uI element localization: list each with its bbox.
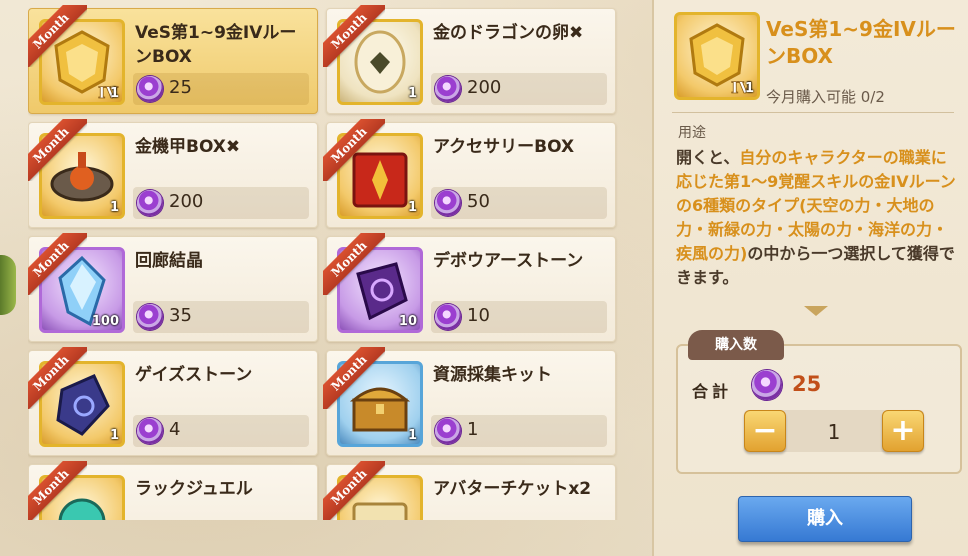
item-name: ラックジュエル <box>135 479 253 499</box>
item-price: 4 <box>169 419 181 440</box>
gem-coin-icon <box>137 190 163 216</box>
item-price: 10 <box>467 305 490 326</box>
item-name: アクセサリーBOX <box>433 137 575 157</box>
month-ribbon: Month <box>28 461 87 520</box>
item-name: アバターチケットx2 <box>433 479 592 499</box>
price-bar: 25 <box>133 73 309 105</box>
gem-coin-icon <box>137 304 163 330</box>
item-name: ゲイズストーン <box>135 365 253 385</box>
item-card[interactable]: Month 1 金のドラゴンの卵✖ 200 <box>323 5 616 114</box>
price-bar: 1 <box>431 415 607 447</box>
rune-box-icon: IV 1 <box>674 12 760 100</box>
month-ribbon: Month <box>323 233 385 295</box>
usage-label: 用途 <box>678 125 706 141</box>
price-bar: 4 <box>133 415 309 447</box>
chevron-down-icon[interactable] <box>804 306 828 316</box>
item-name: 回廊結晶 <box>135 251 203 271</box>
total-label: 合計 <box>692 382 733 401</box>
purchase-limit: 今月購入可能 0/2 <box>766 88 885 106</box>
price-bar: 10 <box>431 301 607 333</box>
detail-title: VeS第1~9金IVルーンBOX <box>766 17 956 68</box>
month-ribbon: Month <box>323 461 385 520</box>
minus-button[interactable]: − <box>744 410 786 452</box>
total-value: 25 <box>792 372 822 396</box>
month-ribbon: Month <box>28 347 87 409</box>
item-price: 25 <box>169 77 192 98</box>
gem-coin-icon <box>137 76 163 102</box>
gem-coin-icon <box>435 190 461 216</box>
item-grid[interactable]: Month IV 1 VeS第1~9金IVルーンBOX 25 Month 1 金… <box>28 0 622 520</box>
item-card[interactable]: Month 1 資源採集キット 1 <box>323 347 616 456</box>
item-name: デボウアーストーン <box>433 251 584 271</box>
month-ribbon: Month <box>28 233 87 295</box>
price-bar: 50 <box>431 187 607 219</box>
item-name: 金機甲BOX✖ <box>135 137 241 157</box>
item-card[interactable]: Month ラックジュエル <box>28 461 318 520</box>
side-decoration <box>0 255 16 315</box>
item-card[interactable]: Month IV 1 VeS第1~9金IVルーンBOX 25 <box>28 5 318 114</box>
quantity-value[interactable]: 1 <box>786 420 882 444</box>
item-price: 50 <box>467 191 490 212</box>
quantity-box <box>676 344 962 474</box>
month-ribbon: Month <box>28 119 87 181</box>
price-bar: 200 <box>133 187 309 219</box>
item-count: 1 <box>744 81 754 96</box>
item-card[interactable]: Month 1 ゲイズストーン 4 <box>28 347 318 456</box>
plus-button[interactable]: + <box>882 410 924 452</box>
item-card[interactable]: Month 1 アクセサリーBOX 50 <box>323 119 616 228</box>
price-bar: 200 <box>431 73 607 105</box>
quantity-tab: 購入数 <box>688 330 784 360</box>
detail-panel: IV 1 VeS第1~9金IVルーンBOX 今月購入可能 0/2 用途 開くと、… <box>652 0 968 556</box>
gem-coin-icon <box>435 418 461 444</box>
month-ribbon: Month <box>323 347 385 409</box>
buy-button[interactable]: 購入 <box>738 496 912 542</box>
divider <box>672 112 954 113</box>
item-name: 資源採集キット <box>433 365 552 385</box>
month-ribbon: Month <box>28 5 87 67</box>
item-card[interactable]: Month アバターチケットx2 <box>323 461 616 520</box>
item-name: 金のドラゴンの卵✖ <box>433 23 584 43</box>
gem-coin-icon <box>137 418 163 444</box>
item-description[interactable]: 開くと、自分のキャラクターの職業に応じた第1～9覚醒スキルの金IVルーンの6種類… <box>676 146 960 290</box>
gem-coin-icon <box>435 304 461 330</box>
item-price: 200 <box>467 77 502 98</box>
item-price: 1 <box>467 419 479 440</box>
item-card[interactable]: Month 100 回廊結晶 35 <box>28 233 318 342</box>
item-card[interactable]: Month 1 金機甲BOX✖ 200 <box>28 119 318 228</box>
item-name: VeS第1~9金IVルーンBOX <box>135 23 297 67</box>
item-card[interactable]: Month 10 デボウアーストーン 10 <box>323 233 616 342</box>
month-ribbon: Month <box>323 5 385 67</box>
gem-coin-icon <box>752 370 782 400</box>
desc-text: 開くと、 <box>676 148 740 167</box>
price-bar: 35 <box>133 301 309 333</box>
item-price: 200 <box>169 191 204 212</box>
item-price: 35 <box>169 305 192 326</box>
month-ribbon: Month <box>323 119 385 181</box>
gem-coin-icon <box>435 76 461 102</box>
